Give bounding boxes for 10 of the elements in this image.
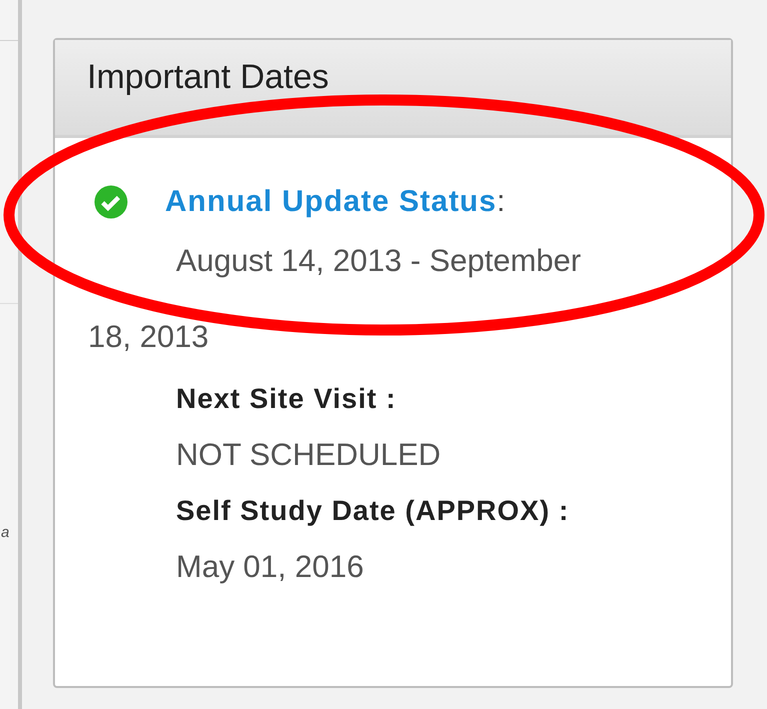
panel-title: Important Dates xyxy=(87,58,329,96)
truncated-text: a xyxy=(1,524,10,541)
field-value: May 01, 2016 xyxy=(176,549,365,585)
field-label: Self Study Date (APPROX) : xyxy=(176,495,570,527)
date-range-text: August 14, 2013 - September 18, 2013 xyxy=(88,242,582,356)
check-icon xyxy=(93,184,129,220)
field-value: NOT SCHEDULED xyxy=(176,437,442,473)
status-link[interactable]: Annual Update Status xyxy=(165,185,497,219)
field-label: Next Site Visit : xyxy=(176,383,398,415)
colon-text: : xyxy=(496,185,506,219)
